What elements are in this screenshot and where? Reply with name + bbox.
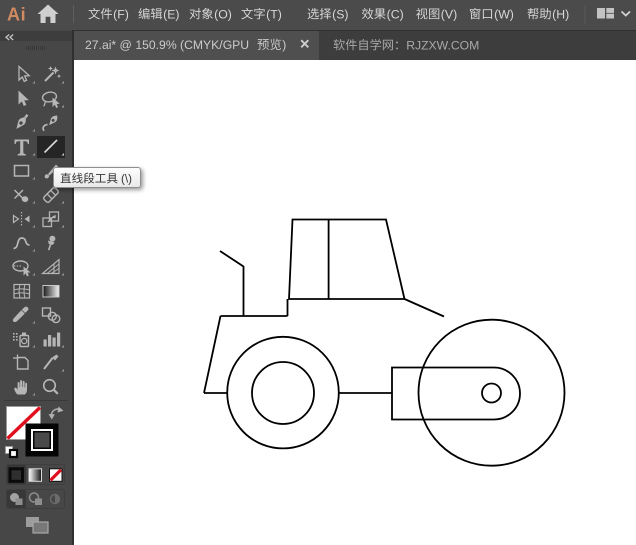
- svg-text:(F): (F): [113, 7, 129, 21]
- svg-text:(H): (H): [552, 7, 569, 21]
- svg-text:(T): (T): [266, 7, 282, 21]
- svg-text:(W): (W): [494, 7, 514, 21]
- svg-text:): ): [282, 38, 286, 52]
- svg-text:RJZXW.COM: RJZXW.COM: [406, 38, 479, 52]
- svg-text:(V): (V): [441, 7, 457, 21]
- svg-text:(C): (C): [387, 7, 404, 21]
- svg-text:(E): (E): [163, 7, 179, 21]
- svg-text:(O): (O): [214, 7, 232, 21]
- svg-text:27.ai* @ 150.9% (CMYK/GPU: 27.ai* @ 150.9% (CMYK/GPU: [85, 38, 249, 52]
- svg-text:(\): (\): [121, 173, 132, 186]
- svg-text:(S): (S): [332, 7, 348, 21]
